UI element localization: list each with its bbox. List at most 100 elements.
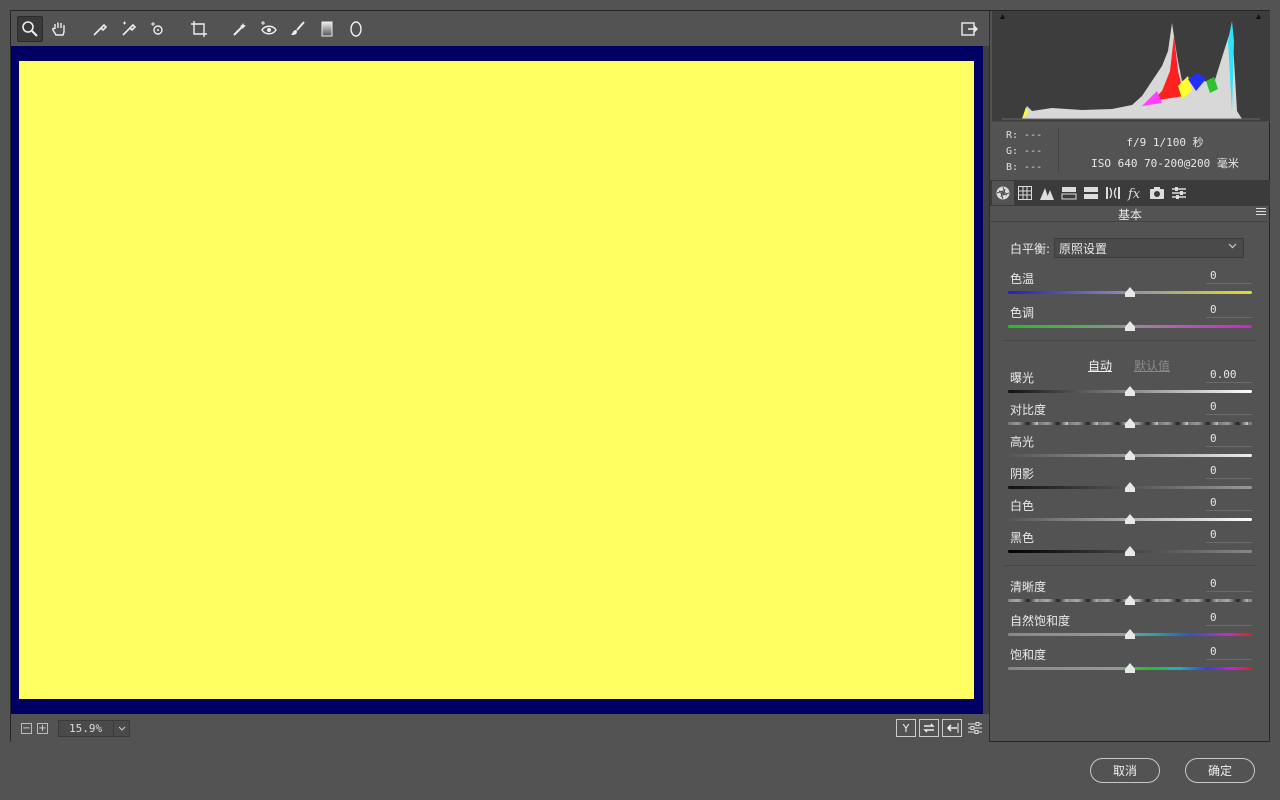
tint-slider[interactable]: 色调 0 [1008,303,1252,334]
targeted-adjustment-tool-button[interactable] [145,16,171,42]
crop-tool-button[interactable] [186,16,212,42]
detail-triangles-icon [1040,188,1054,200]
highlights-label: 高光 [1010,435,1035,449]
divider [1004,340,1256,341]
image-info: R: --- G: --- B: --- f/9 1/100 秒 ISO 640… [990,121,1270,179]
tint-thumb[interactable] [1125,321,1135,331]
tab-hsl[interactable] [1058,181,1080,205]
ok-label: 确定 [1207,764,1232,778]
tab-tone-curve[interactable] [1014,181,1036,205]
blacks-slider[interactable]: 黑色 0 [1008,528,1252,559]
zoom-out-button[interactable]: − [21,723,32,734]
ok-button[interactable]: 确定 [1185,758,1255,783]
blacks-label: 黑色 [1010,531,1035,545]
camera-icon [1150,187,1164,199]
divider [1004,565,1256,566]
vibrance-value[interactable]: 0 [1206,611,1252,626]
adjustment-brush-button[interactable] [285,16,311,42]
saturation-thumb[interactable] [1125,663,1135,673]
contrast-value[interactable]: 0 [1206,400,1252,415]
spot-removal-tool-button[interactable] [227,16,253,42]
whites-label: 白色 [1010,499,1035,513]
highlights-thumb[interactable] [1125,450,1135,460]
temperature-thumb[interactable] [1125,287,1135,297]
fullscreen-icon [961,22,978,36]
zoom-tool-button[interactable] [17,15,43,42]
copy-arrow-icon [946,723,959,733]
tab-lens-corrections[interactable] [1102,181,1124,205]
cancel-button[interactable]: 取消 [1090,758,1160,783]
contrast-slider[interactable]: 对比度 0 [1008,400,1252,431]
adjustment-brush-icon [291,20,305,35]
shadow-clipping-icon[interactable] [1000,14,1005,19]
white-balance-tool-button[interactable] [87,16,113,42]
exposure-thumb[interactable] [1125,386,1135,396]
color-sampler-tool-button[interactable] [116,16,142,42]
temperature-value[interactable]: 0 [1206,269,1252,284]
presets-sliders-icon [1172,187,1186,199]
highlights-slider[interactable]: 高光 0 [1008,432,1252,463]
blue-readout: B: --- [1006,162,1043,173]
clarity-thumb[interactable] [1125,595,1135,605]
zoom-in-button[interactable]: + [37,723,48,734]
swap-settings-button[interactable] [919,719,939,737]
clarity-value[interactable]: 0 [1206,577,1252,592]
red-eye-tool-icon [261,20,277,34]
contrast-label: 对比度 [1010,403,1047,417]
tab-camera-calibration[interactable] [1146,181,1168,205]
tab-detail[interactable] [1036,181,1058,205]
tab-effects[interactable]: fx [1124,181,1146,205]
grid-curve-icon [1018,186,1032,200]
preview-settings-button[interactable] [965,719,985,737]
hand-tool-button[interactable] [46,16,72,42]
highlights-value[interactable]: 0 [1206,432,1252,447]
whites-thumb[interactable] [1125,514,1135,524]
tab-basic[interactable] [992,181,1014,205]
exif-info: f/9 1/100 秒 ISO 640 70-200@200 毫米 [1060,132,1270,174]
whites-value[interactable]: 0 [1206,496,1252,511]
preview-image[interactable] [19,61,974,699]
copy-settings-button[interactable] [942,719,962,737]
hsl-icon [1061,187,1077,200]
tab-presets[interactable] [1168,181,1190,205]
shadows-value[interactable]: 0 [1206,464,1252,479]
vibrance-slider[interactable]: 自然饱和度 0 [1008,611,1252,642]
svg-text:fx: fx [1127,187,1141,201]
panel-menu-icon[interactable] [1256,208,1266,217]
histogram [992,11,1270,121]
tab-split-toning[interactable] [1080,181,1102,205]
white-balance-value: 原照设置 [1059,241,1108,256]
exposure-label: 曝光 [1010,371,1035,385]
shadows-slider[interactable]: 阴影 0 [1008,464,1252,495]
white-balance-select[interactable]: 原照设置 [1054,238,1245,258]
blacks-value[interactable]: 0 [1206,528,1252,543]
red-eye-tool-button[interactable] [256,16,282,42]
white-balance-row: 白平衡: 原照设置 [1010,238,1245,258]
radial-filter-button[interactable] [343,16,369,42]
clarity-slider[interactable]: 清晰度 0 [1008,577,1252,608]
saturation-slider[interactable]: 饱和度 0 [1008,645,1252,676]
graduated-filter-icon [321,21,333,36]
tint-value[interactable]: 0 [1206,303,1252,318]
toggle-fullscreen-button[interactable] [956,16,982,42]
blacks-thumb[interactable] [1125,546,1135,556]
graduated-filter-button[interactable] [314,16,340,42]
temperature-slider[interactable]: 色温 0 [1008,269,1252,300]
shadows-thumb[interactable] [1125,482,1135,492]
highlight-clipping-icon[interactable] [1256,14,1261,19]
red-readout: R: --- [1006,130,1043,141]
exposure-value[interactable]: 0.00 [1206,368,1252,383]
saturation-value[interactable]: 0 [1206,645,1252,660]
before-after-view-button[interactable]: Y [896,719,916,737]
exposure-slider[interactable]: 曝光 0.00 [1008,368,1252,399]
zoom-level-value: 15.9% [69,722,103,735]
zoom-level-select[interactable]: 15.9% [58,720,130,737]
radial-filter-icon [350,20,362,37]
lens-icon [1106,187,1120,199]
histogram-graph [1002,21,1260,120]
whites-slider[interactable]: 白色 0 [1008,496,1252,527]
contrast-thumb[interactable] [1125,418,1135,428]
vibrance-thumb[interactable] [1125,629,1135,639]
clarity-label: 清晰度 [1010,580,1047,594]
camera-raw-window: − + 15.9% Y R: --- G: --- B: --- f/9 1/1… [10,10,1270,743]
